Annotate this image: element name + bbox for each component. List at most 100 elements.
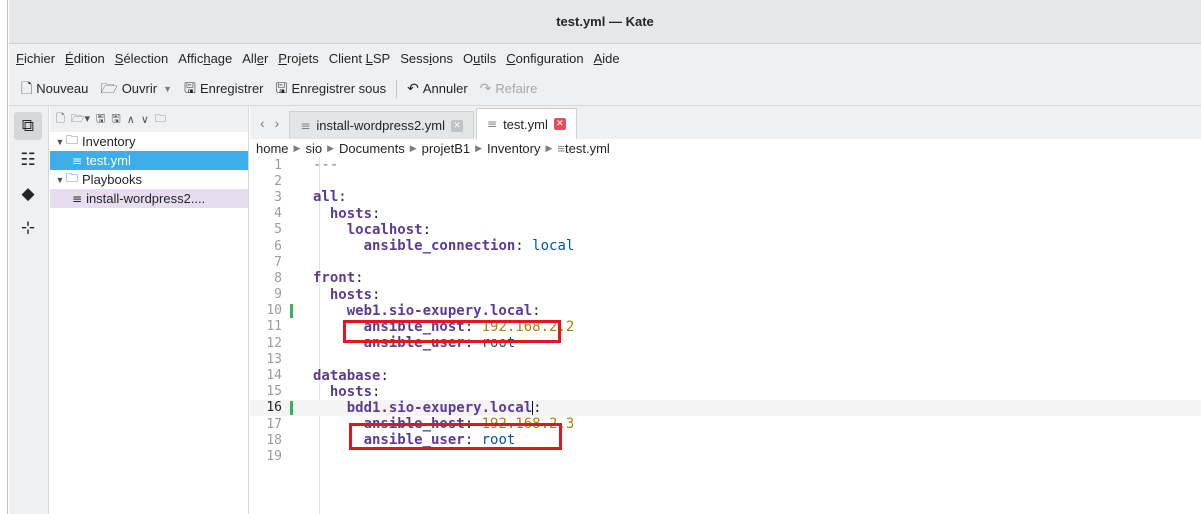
save-button[interactable]: 🖫 Enregistrer	[178, 76, 270, 102]
line-marker	[290, 207, 293, 221]
view-options-icon[interactable]: 🗀	[155, 110, 166, 129]
expand-caret-icon[interactable]: ▼	[54, 175, 66, 185]
chevron-left-icon[interactable]: ‹	[260, 115, 265, 131]
window-title: test.yml — Kate	[556, 14, 654, 29]
menu-item[interactable]: Fichier	[11, 51, 60, 66]
breadcrumb-item[interactable]: Inventory	[487, 141, 540, 156]
expand-caret-icon[interactable]: ▼	[54, 137, 66, 147]
code-line[interactable]: 15 hosts:	[250, 384, 1201, 400]
undo-button[interactable]: ↶ Annuler	[401, 76, 474, 102]
code-line[interactable]: 14 database:	[250, 367, 1201, 384]
code-text: hosts:	[329, 205, 381, 222]
tree-folder-playbooks[interactable]: ▼ 🗀 Playbooks	[50, 170, 248, 189]
menu-item[interactable]: Affichage	[173, 51, 237, 66]
tree-file-test-yml[interactable]: ≡ test.yml	[50, 151, 248, 170]
code-line[interactable]: 17 ansible_host: 192.168.2.3	[250, 416, 1201, 432]
code-line[interactable]: 2	[250, 173, 1201, 189]
new-label: Nouveau	[36, 81, 89, 96]
save-label: Enregistrer	[199, 81, 264, 96]
title-bar[interactable]: test.yml — Kate	[9, 0, 1201, 44]
chevron-down-icon[interactable]: ∨	[141, 113, 149, 126]
file-tree-panel: 🗋 🗁▾ 🖫 🖫 ∧ ∨ 🗀 ▼ 🗀 Inventory ≡ test.yml …	[50, 106, 249, 514]
tree-folder-inventory[interactable]: ▼ 🗀 Inventory	[50, 132, 248, 151]
line-number: 6	[274, 238, 282, 254]
documents-icon[interactable]: ⧉	[14, 112, 42, 140]
line-number: 1	[274, 157, 282, 173]
new-file-icon[interactable]: 🗋	[56, 110, 65, 129]
code-line[interactable]: 11 ansible_host: 192.168.2.2	[250, 319, 1201, 335]
left-sidebar: ⧉ ☷ ◆ ⊹	[9, 106, 49, 514]
code-line[interactable]: 16 bdd1.sio-exupery.local:	[250, 399, 1201, 416]
menu-item[interactable]: Sessions	[395, 51, 458, 66]
save-as-label: Enregistrer sous	[291, 81, 387, 96]
tab-test-yml[interactable]: ≡ test.yml ✕	[476, 108, 577, 139]
line-marker	[290, 385, 293, 399]
breadcrumb-item[interactable]: Documents	[339, 141, 405, 156]
code-line[interactable]: 10 web1.sio-exupery.local:	[250, 303, 1201, 319]
close-icon[interactable]: ✕	[553, 118, 566, 130]
breadcrumb-separator-icon: ▶	[327, 142, 334, 153]
code-line[interactable]: 1 ---	[250, 157, 1201, 173]
menu-item[interactable]: Configuration	[501, 51, 588, 66]
code-line[interactable]: 6 ansible_connection: local	[250, 238, 1201, 254]
menu-item[interactable]: Aller	[237, 51, 273, 66]
breadcrumb-item[interactable]: sio	[305, 141, 322, 156]
line-marker	[290, 174, 293, 188]
breadcrumb-item[interactable]: home	[256, 141, 289, 156]
tab-navigation: ‹ ›	[250, 115, 289, 139]
code-line[interactable]: 12 ansible_user: root	[250, 335, 1201, 351]
code-text: hosts:	[329, 383, 381, 400]
line-number: 5	[274, 222, 282, 238]
redo-icon: ↷	[479, 80, 492, 97]
new-button[interactable]: 🗋 Nouveau	[15, 76, 94, 102]
save-file-icon[interactable]: 🖫	[96, 110, 105, 129]
tab-install-wordpress2[interactable]: ≡ install-wordpress2.yml ✕	[289, 111, 474, 139]
menu-item[interactable]: Outils	[458, 51, 501, 66]
code-text: ansible_host: 192.168.2.3	[363, 416, 575, 433]
menu-item[interactable]: Sélection	[110, 51, 173, 66]
chevron-right-icon[interactable]: ›	[275, 115, 280, 131]
code-line[interactable]: 3 all:	[250, 189, 1201, 205]
save-as-button[interactable]: 🖫 Enregistrer sous	[270, 76, 393, 102]
code-line[interactable]: 7	[250, 254, 1201, 270]
open-button[interactable]: 🗁 Ouvrir ▼	[94, 76, 178, 102]
line-marker	[290, 369, 293, 383]
tree-file-label: test.yml	[86, 153, 131, 168]
chevron-down-icon[interactable]: ▼	[163, 84, 172, 94]
save-as-file-icon[interactable]: 🖫	[111, 110, 120, 129]
menu-item[interactable]: Projets	[273, 51, 323, 66]
code-line[interactable]: 9 hosts:	[250, 287, 1201, 303]
git-icon[interactable]: ◆	[14, 180, 42, 208]
code-line[interactable]: 18 ansible_user: root	[250, 432, 1201, 448]
close-icon[interactable]: ✕	[451, 119, 463, 132]
code-line[interactable]: 19	[250, 448, 1201, 464]
modified-line-marker	[290, 400, 293, 415]
line-number: 15	[266, 384, 282, 400]
line-number: 16	[266, 400, 282, 416]
breadcrumb-separator-icon: ▶	[545, 142, 553, 153]
project-icon[interactable]: ⊹	[14, 214, 42, 242]
code-line[interactable]: 5 localhost:	[250, 222, 1201, 238]
line-marker	[290, 158, 293, 172]
filesystem-browser-icon[interactable]: ☷	[14, 146, 42, 174]
open-file-icon[interactable]: 🗁▾	[71, 110, 90, 129]
breadcrumb-separator-icon: ▶	[475, 142, 483, 153]
breadcrumb-item[interactable]: test.yml	[565, 141, 610, 156]
menu-item[interactable]: Aide	[589, 51, 625, 66]
save-as-icon: 🖫	[275, 80, 288, 97]
tree-file-install-wordpress[interactable]: ≡ install-wordpress2....	[50, 189, 248, 208]
code-view[interactable]: 1 --- 2 3 all: 4 hosts: 5 localhost: 6 ansible_…	[250, 157, 1201, 465]
code-line[interactable]: 8 front:	[250, 270, 1201, 286]
breadcrumb-item[interactable]: projetB1	[422, 141, 470, 156]
code-line[interactable]: 4 hosts:	[250, 206, 1201, 222]
breadcrumb-separator-icon: ▶	[293, 142, 301, 153]
kate-window: test.yml — Kate Fichier Édition Sélection A…	[9, 0, 1201, 514]
menu-item[interactable]: Édition	[60, 51, 110, 66]
main-toolbar: 🗋 Nouveau 🗁 Ouvrir ▼ 🖫 Enregistrer 🖫 Enr…	[9, 72, 1201, 106]
undo-icon: ↶	[407, 80, 419, 97]
chevron-up-icon[interactable]: ∧	[127, 113, 135, 126]
code-line[interactable]: 13	[250, 351, 1201, 367]
redo-button[interactable]: ↷ Refaire	[474, 76, 544, 102]
menu-item[interactable]: Client LSP	[324, 51, 395, 66]
text-file-icon: ≡	[557, 140, 566, 156]
